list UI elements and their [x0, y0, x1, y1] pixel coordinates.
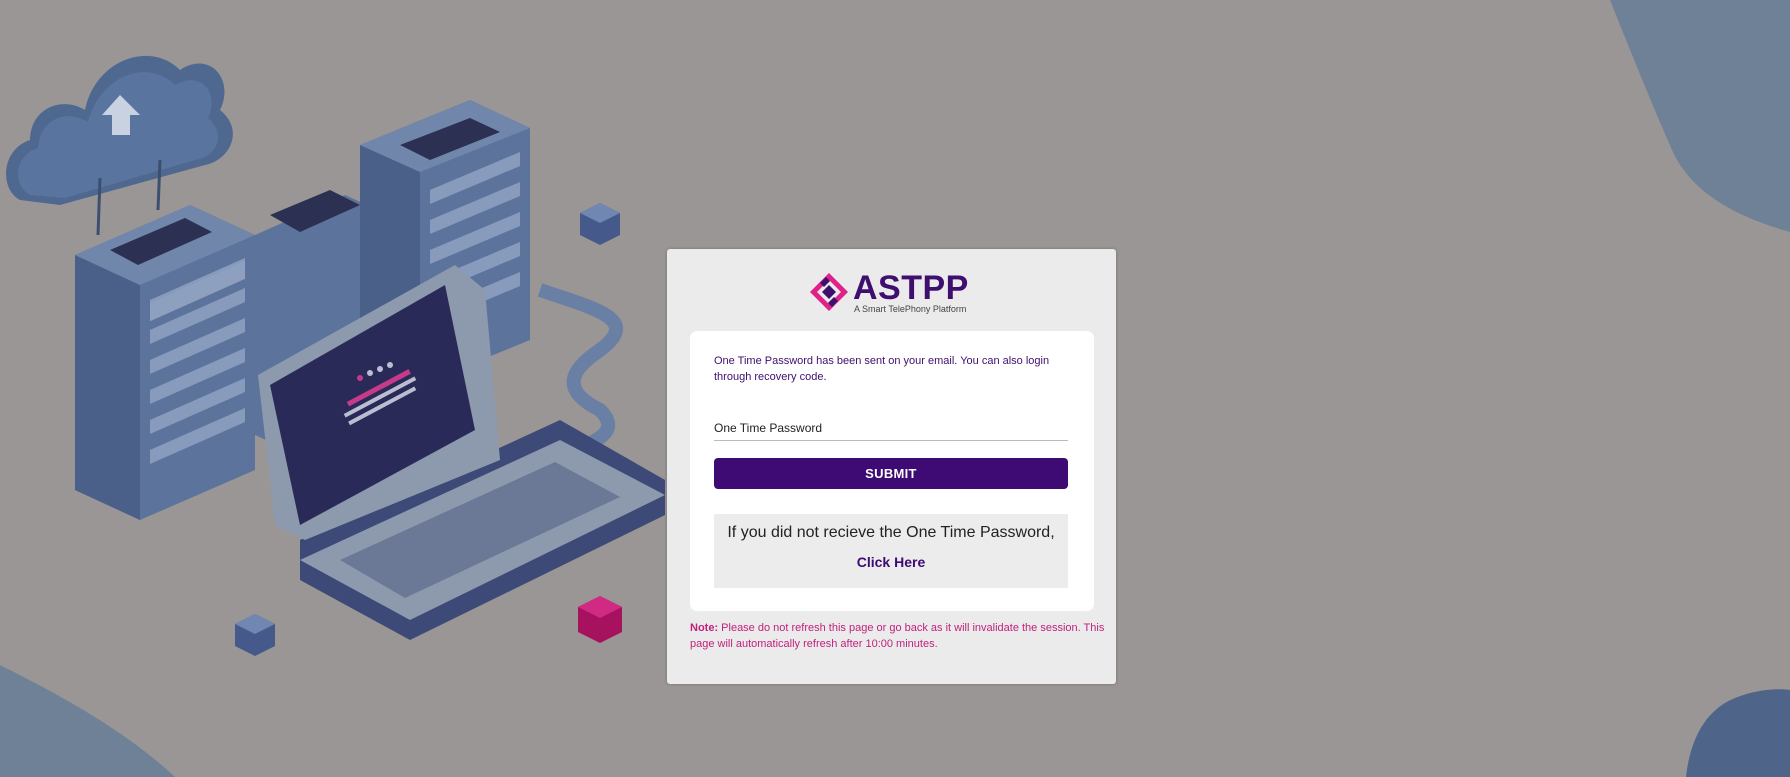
session-note: Note: Please do not refresh this page or… [690, 620, 1110, 652]
submit-button[interactable]: SUBMIT [714, 458, 1068, 489]
note-label: Note: [690, 622, 719, 634]
cloud-upload-icon [6, 55, 233, 236]
brand-tagline: A Smart TelePhony Platform [854, 304, 967, 314]
astpp-diamond-logo-icon [810, 273, 848, 311]
blue-cube-icon [235, 614, 275, 656]
blue-cube-icon [580, 203, 620, 245]
resend-otp-box: If you did not recieve the One Time Pass… [714, 514, 1068, 588]
otp-form-panel: One Time Password has been sent on your … [690, 331, 1094, 611]
otp-card: ASTPP A Smart TelePhony Platform One Tim… [667, 249, 1116, 684]
astpp-logo: ASTPP A Smart TelePhony Platform [809, 269, 979, 314]
resend-otp-link[interactable]: Click Here [714, 554, 1068, 570]
otp-info-message: One Time Password has been sent on your … [714, 355, 1050, 383]
resend-otp-text: If you did not recieve the One Time Pass… [727, 524, 1055, 541]
cloud-servers-laptop-illustration [6, 55, 665, 656]
note-text: Please do not refresh this page or go ba… [690, 622, 1105, 650]
pink-cube-icon [578, 596, 622, 643]
one-time-password-input[interactable] [714, 415, 1068, 441]
brand-name: ASTPP [853, 269, 969, 307]
